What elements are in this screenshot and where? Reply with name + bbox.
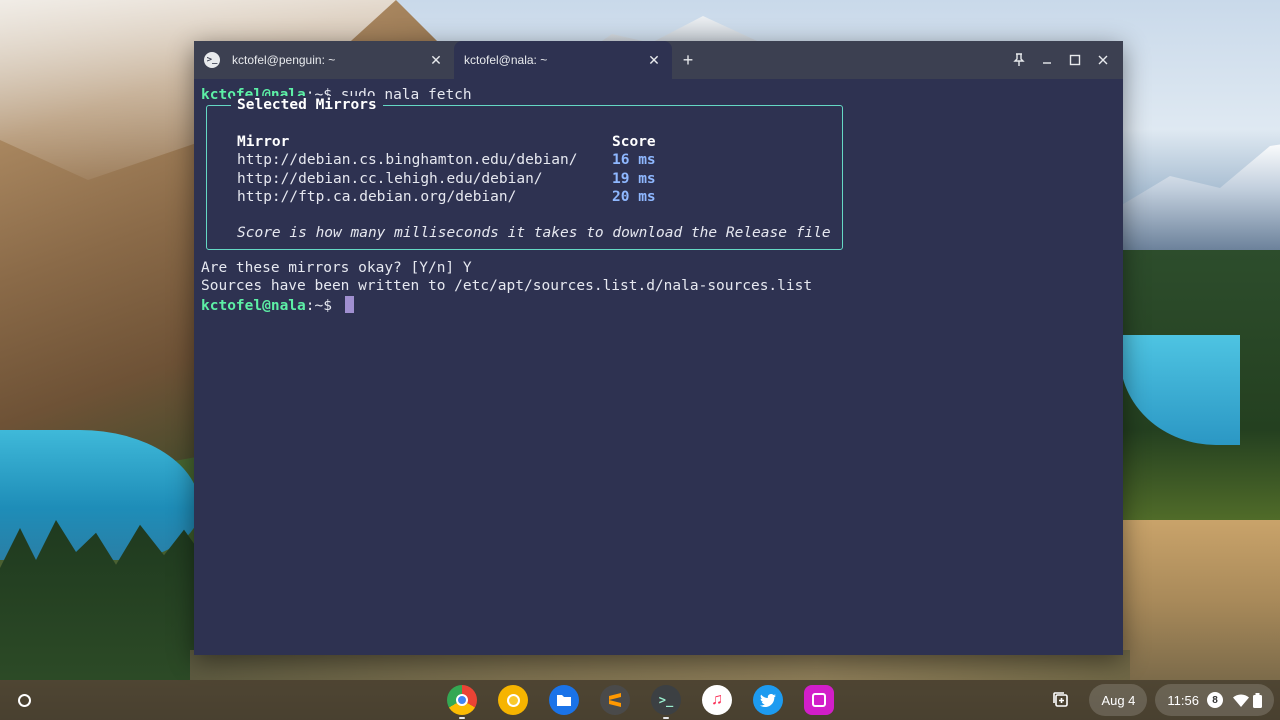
- window-controls: [1005, 41, 1117, 79]
- terminal-icon: >_: [651, 685, 681, 715]
- result-line: Sources have been written to /etc/apt/so…: [201, 278, 813, 295]
- close-icon[interactable]: ✕: [428, 52, 444, 68]
- twitter-icon: [753, 685, 783, 715]
- files-app[interactable]: [546, 682, 582, 718]
- notification-badge: 8: [1207, 692, 1223, 708]
- terminal-window[interactable]: >_ kctofel@penguin: ~ ✕ kctofel@nala: ~ …: [194, 41, 1123, 655]
- mirrors-table: Mirror Score http://debian.cs.binghamton…: [237, 133, 831, 242]
- tab-nala[interactable]: kctofel@nala: ~ ✕: [454, 41, 672, 79]
- table-header: Mirror Score: [237, 133, 831, 151]
- chrome-canary-icon: [498, 685, 528, 715]
- mirror-score: 20 ms: [612, 188, 656, 205]
- new-tab-button[interactable]: +: [672, 41, 704, 79]
- chrome-canary-app[interactable]: [495, 682, 531, 718]
- mirror-score: 16 ms: [612, 152, 656, 169]
- photos-icon: [804, 685, 834, 715]
- battery-icon: [1253, 692, 1262, 708]
- mirrors-box: Selected Mirrors Mirror Score http://deb…: [206, 96, 843, 251]
- wallpaper-ground-right: [1120, 520, 1280, 680]
- maximize-icon[interactable]: [1061, 46, 1089, 74]
- shelf: >_ ♫ Aug 4 11:56 8: [0, 680, 1280, 720]
- table-row: http://debian.cs.binghamton.edu/debian/ …: [237, 151, 831, 169]
- table-row: http://ftp.ca.debian.org/debian/ 20 ms: [237, 188, 831, 206]
- running-indicator: [459, 717, 465, 719]
- final-prompt-line: kctofel@nala:~$: [201, 295, 1123, 314]
- chrome-app[interactable]: [444, 682, 480, 719]
- close-icon[interactable]: ✕: [646, 52, 662, 68]
- score-note: Score is how many milliseconds it takes …: [237, 224, 831, 241]
- prompt-suffix: :~$: [305, 297, 341, 314]
- pinned-apps: >_ ♫: [444, 682, 852, 719]
- minimize-icon[interactable]: [1033, 46, 1061, 74]
- music-icon: ♫: [702, 685, 732, 715]
- terminal-app[interactable]: >_: [648, 682, 684, 719]
- tab-penguin[interactable]: >_ kctofel@penguin: ~ ✕: [194, 41, 454, 79]
- question-line: Are these mirrors okay? [Y/n] Y: [201, 260, 472, 277]
- terminal-icon: >_: [204, 52, 220, 68]
- sublime-icon: [600, 685, 630, 715]
- launcher-button[interactable]: [12, 688, 36, 712]
- wallpaper-mountain-right: [1110, 140, 1280, 260]
- photos-app[interactable]: [801, 682, 837, 718]
- wifi-icon: [1233, 693, 1249, 707]
- desks-button[interactable]: [1045, 684, 1077, 716]
- clock-text: 11:56: [1167, 692, 1199, 708]
- system-tray[interactable]: 11:56 8: [1155, 684, 1274, 716]
- tab-title: kctofel@penguin: ~: [232, 53, 336, 67]
- files-icon: [549, 685, 579, 715]
- chrome-icon: [447, 685, 477, 715]
- text-cursor: [344, 295, 354, 313]
- launcher-icon: [17, 693, 31, 707]
- mirror-url: http://ftp.ca.debian.org/debian/: [237, 188, 517, 205]
- pin-icon[interactable]: [1005, 46, 1033, 74]
- desks-icon: [1053, 692, 1069, 707]
- mirror-url: http://debian.cs.binghamton.edu/debian/: [237, 152, 578, 169]
- prompt-user: kctofel@nala: [201, 297, 306, 314]
- header-mirror: Mirror: [237, 134, 290, 151]
- music-app[interactable]: ♫: [699, 682, 735, 718]
- mirror-score: 19 ms: [612, 170, 656, 187]
- close-window-icon[interactable]: [1089, 46, 1117, 74]
- date-tray[interactable]: Aug 4: [1089, 684, 1148, 716]
- header-score: Score: [612, 134, 656, 151]
- table-row: http://debian.cc.lehigh.edu/debian/ 19 m…: [237, 170, 831, 188]
- mirror-url: http://debian.cc.lehigh.edu/debian/: [237, 170, 543, 187]
- status-area: Aug 4 11:56 8: [1045, 680, 1280, 720]
- tab-title: kctofel@nala: ~: [464, 53, 548, 67]
- twitter-app[interactable]: [750, 682, 786, 718]
- sublime-app[interactable]: [597, 682, 633, 718]
- date-text: Aug 4: [1101, 692, 1136, 708]
- titlebar[interactable]: >_ kctofel@penguin: ~ ✕ kctofel@nala: ~ …: [194, 41, 1123, 79]
- box-title: Selected Mirrors: [231, 96, 383, 115]
- terminal-output[interactable]: kctofel@nala:~$ sudo nala fetch Selected…: [194, 79, 1123, 655]
- running-indicator: [663, 717, 669, 719]
